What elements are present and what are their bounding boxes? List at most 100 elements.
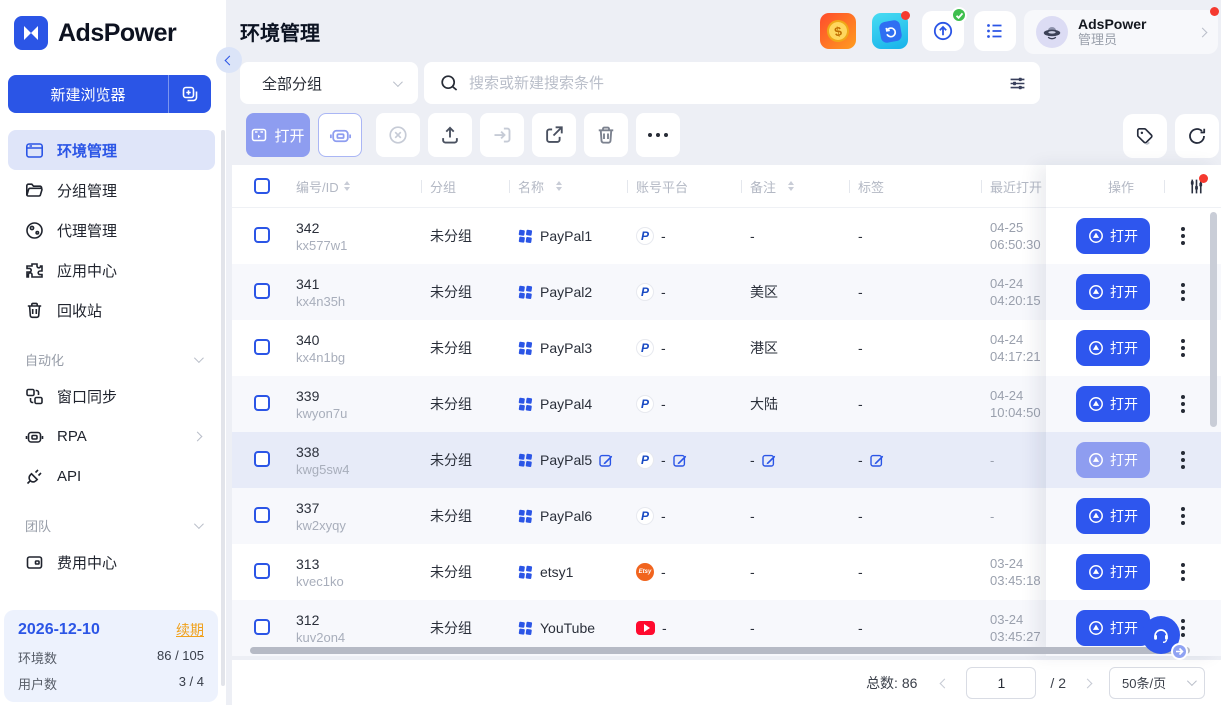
sidebar-item-billing[interactable]: 费用中心 xyxy=(8,542,215,582)
next-page-button[interactable] xyxy=(1080,670,1095,696)
sidebar-item-window-sync[interactable]: 窗口同步 xyxy=(8,376,215,416)
notification-dot xyxy=(1199,174,1208,183)
row-checkbox[interactable] xyxy=(254,283,270,299)
sidebar-item-rpa[interactable]: RPA xyxy=(8,416,215,456)
rpa-batch-button[interactable] xyxy=(318,113,362,157)
action-row: 打开 xyxy=(1046,544,1221,600)
sidebar-item-label: 应用中心 xyxy=(57,260,117,281)
sidebar-item-trash[interactable]: 回收站 xyxy=(8,290,215,330)
sort-icon[interactable] xyxy=(344,181,350,191)
row-more-menu[interactable] xyxy=(1177,503,1189,529)
more-actions-button[interactable] xyxy=(636,113,680,157)
column-header-name[interactable]: 名称 xyxy=(518,165,636,207)
profile-app-icon xyxy=(518,565,533,580)
profile-app-icon xyxy=(518,621,533,636)
new-browser-button[interactable]: 新建浏览器 xyxy=(8,75,211,113)
user-account-menu[interactable]: AdsPower 管理员 xyxy=(1024,10,1218,54)
select-all-checkbox[interactable] xyxy=(254,178,270,194)
section-automation[interactable]: 自动化 xyxy=(8,342,215,376)
ellipsis-icon xyxy=(648,133,668,137)
proxy-globe-icon xyxy=(25,221,44,240)
delete-button[interactable] xyxy=(584,113,628,157)
column-header-note[interactable]: 备注 xyxy=(750,165,858,207)
open-profile-button[interactable]: 打开 xyxy=(1076,386,1150,422)
row-checkbox[interactable] xyxy=(254,619,270,635)
action-row: 打开 xyxy=(1046,264,1221,320)
column-header-id[interactable]: 编号/ID xyxy=(296,165,430,207)
page-title: 环境管理 xyxy=(240,17,320,46)
column-settings-icon[interactable] xyxy=(1188,178,1205,195)
group-cell: 未分组 xyxy=(430,506,518,526)
edit-tag-icon[interactable] xyxy=(870,453,884,467)
task-list-button[interactable] xyxy=(974,11,1016,51)
platform-value: - xyxy=(662,620,667,636)
row-checkbox[interactable] xyxy=(254,227,270,243)
new-browser-label[interactable]: 新建浏览器 xyxy=(8,75,169,113)
sidebar-collapse-button[interactable] xyxy=(216,47,242,73)
row-checkbox[interactable] xyxy=(254,451,270,467)
sidebar-item-apps[interactable]: 应用中心 xyxy=(8,250,215,290)
note-cell: - xyxy=(750,508,755,524)
row-more-menu[interactable] xyxy=(1177,559,1189,585)
profile-app-icon xyxy=(518,453,533,468)
sidebar-item-groups[interactable]: 分组管理 xyxy=(8,170,215,210)
sidebar-scrollbar[interactable] xyxy=(221,130,225,686)
row-more-menu[interactable] xyxy=(1177,391,1189,417)
open-profile-button[interactable]: 打开 xyxy=(1076,218,1150,254)
import-button[interactable] xyxy=(480,113,524,157)
page-number-input[interactable] xyxy=(966,667,1036,699)
profile-id: 342 xyxy=(296,220,430,236)
adspower-logo-icon xyxy=(14,16,48,50)
plan-info-card: 2026-12-10 续期 环境数 86 / 105 用户数 3 / 4 xyxy=(4,610,218,702)
sidebar-item-environments[interactable]: 环境管理 xyxy=(8,130,215,170)
edit-platform-icon[interactable] xyxy=(673,453,687,467)
profile-code: kw2xyqy xyxy=(296,518,430,533)
sort-icon[interactable] xyxy=(556,181,562,191)
open-profile-button[interactable]: 打开 xyxy=(1076,610,1150,646)
page-size-dropdown[interactable]: 50条/页 xyxy=(1109,667,1205,699)
sidebar-item-proxies[interactable]: 代理管理 xyxy=(8,210,215,250)
new-browser-batch-button[interactable] xyxy=(169,75,211,113)
close-selected-button[interactable] xyxy=(376,113,420,157)
prev-page-button[interactable] xyxy=(937,670,952,696)
tag-cell: - xyxy=(858,508,863,524)
advanced-filter-icon[interactable] xyxy=(1009,75,1026,92)
section-team[interactable]: 团队 xyxy=(8,508,215,542)
row-more-menu[interactable] xyxy=(1177,223,1189,249)
vertical-scrollbar[interactable] xyxy=(1210,212,1217,427)
open-profile-button[interactable]: 打开 xyxy=(1076,442,1150,478)
plan-expiry-date: 2026-12-10 xyxy=(18,621,100,639)
open-profile-button[interactable]: 打开 xyxy=(1076,274,1150,310)
note-cell: - xyxy=(750,620,755,636)
horizontal-scrollbar[interactable] xyxy=(250,647,1190,654)
open-selected-button[interactable]: 打开 xyxy=(246,113,310,157)
export-upload-button[interactable] xyxy=(428,113,472,157)
row-checkbox[interactable] xyxy=(254,507,270,523)
row-checkbox[interactable] xyxy=(254,395,270,411)
renew-link[interactable]: 续期 xyxy=(176,620,204,640)
open-profile-button[interactable]: 打开 xyxy=(1076,330,1150,366)
search-input[interactable] xyxy=(469,75,1009,92)
rewards-coin-icon[interactable]: $ xyxy=(820,13,856,49)
group-filter-dropdown[interactable]: 全部分组 xyxy=(240,62,418,104)
row-more-menu[interactable] xyxy=(1177,279,1189,305)
profile-code: kx577w1 xyxy=(296,238,430,253)
row-checkbox[interactable] xyxy=(254,339,270,355)
edit-name-icon[interactable] xyxy=(599,453,613,467)
note-cell: 港区 xyxy=(750,338,778,358)
profile-id: 339 xyxy=(296,388,430,404)
paypal-icon xyxy=(636,395,654,413)
open-profile-button[interactable]: 打开 xyxy=(1076,498,1150,534)
row-more-menu[interactable] xyxy=(1177,447,1189,473)
row-more-menu[interactable] xyxy=(1177,335,1189,361)
refresh-button[interactable] xyxy=(1175,114,1219,158)
edit-note-icon[interactable] xyxy=(762,453,776,467)
sidebar-item-api[interactable]: API xyxy=(8,456,215,496)
row-checkbox[interactable] xyxy=(254,563,270,579)
share-export-button[interactable] xyxy=(532,113,576,157)
sort-icon[interactable] xyxy=(788,181,794,191)
wallet-icon xyxy=(25,553,44,572)
open-profile-button[interactable]: 打开 xyxy=(1076,554,1150,590)
manage-tags-button[interactable] xyxy=(1123,114,1167,158)
undo-icon xyxy=(878,19,902,43)
